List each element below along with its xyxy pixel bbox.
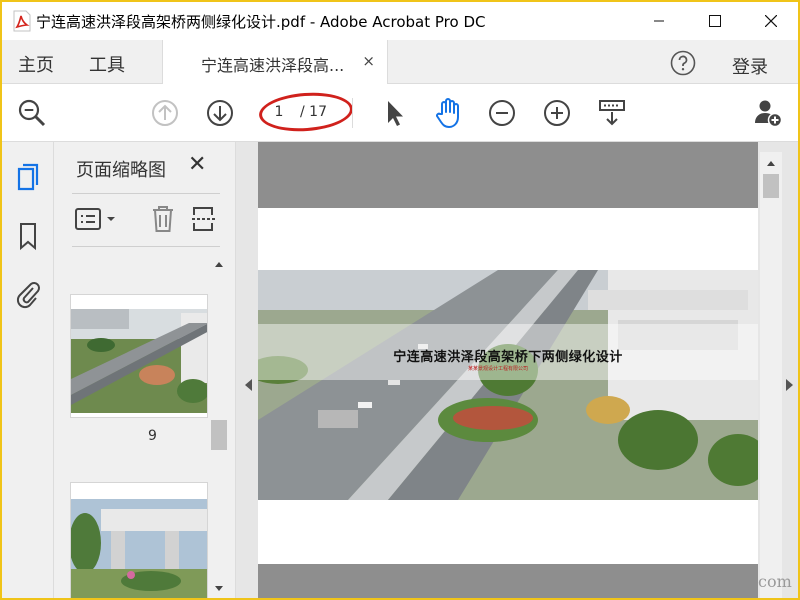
trash-icon <box>153 206 173 232</box>
fit-page-button[interactable] <box>596 97 628 129</box>
total-pages: / 17 <box>300 104 327 120</box>
zoom-in-icon <box>544 100 570 126</box>
insert-page-icon <box>192 207 215 231</box>
login-link[interactable]: 登录 <box>732 53 768 79</box>
document-view[interactable]: 宁连高速洪泽段高架桥下两侧绿化设计 某某景观设计工程有限公司 <box>236 142 798 598</box>
minimize-icon <box>654 20 664 22</box>
zoom-in-button[interactable] <box>541 97 573 129</box>
zoom-out-icon <box>489 100 515 126</box>
page-up-icon <box>152 100 178 126</box>
attachment-icon <box>16 282 40 309</box>
thumbnail-options-button[interactable] <box>74 204 118 234</box>
page-thumbnail[interactable] <box>70 482 208 598</box>
tab-row: 主页 工具 宁连高速洪泽段高... × 登录 <box>2 40 798 84</box>
add-user-icon <box>755 100 783 128</box>
close-window-button[interactable] <box>748 2 794 40</box>
hand-tool-button[interactable] <box>432 97 464 129</box>
previous-page-button[interactable] <box>149 97 181 129</box>
cover-company: 某某景观设计工程有限公司 <box>468 366 529 372</box>
acrobat-window: 宁连高速洪泽段高架桥两侧绿化设计.pdf - Adobe Acrobat Pro… <box>0 0 800 600</box>
panel-divider <box>72 193 220 194</box>
document-tab-close-button[interactable]: × <box>362 52 375 70</box>
fit-page-icon <box>599 100 625 126</box>
acrobat-app-icon <box>13 10 31 32</box>
thumbnail-image <box>71 483 207 598</box>
panel-divider <box>72 246 220 247</box>
panel-title: 页面缩略图 <box>76 160 166 181</box>
bookmarks-button[interactable] <box>12 220 44 252</box>
watermark-text: com <box>758 572 792 591</box>
thumbnail-panel: 页面缩略图 ✕ 9 <box>54 142 236 598</box>
left-navigation-rail <box>2 142 54 598</box>
page-gap-bottom <box>258 564 758 598</box>
next-page-arrow-icon[interactable] <box>784 378 796 392</box>
thumbnail-scrollbar[interactable] <box>209 254 229 598</box>
cover-rendering: 宁连高速洪泽段高架桥下两侧绿化设计 某某景观设计工程有限公司 <box>258 270 758 500</box>
page-gap-top <box>258 142 758 208</box>
maximize-button[interactable] <box>692 2 738 40</box>
cover-image <box>258 270 758 500</box>
title-bar: 宁连高速洪泽段高架桥两侧绿化设计.pdf - Adobe Acrobat Pro… <box>2 2 798 40</box>
select-arrow-icon <box>388 101 403 126</box>
scrollbar-track <box>763 161 779 198</box>
toolbar-separator <box>352 98 353 128</box>
page-thumbnails-button[interactable] <box>12 162 44 194</box>
attachments-button[interactable] <box>12 278 44 310</box>
bookmark-icon <box>20 223 36 251</box>
insert-page-button[interactable] <box>190 204 216 234</box>
document-tab-label: 宁连高速洪泽段高... <box>201 56 345 75</box>
current-page-input[interactable]: 1 <box>264 100 294 124</box>
hand-tool-icon <box>436 98 459 128</box>
previous-page-arrow-icon[interactable] <box>242 378 254 392</box>
zoom-out-button[interactable] <box>486 97 518 129</box>
select-tool-button[interactable] <box>378 97 410 129</box>
document-page-1: 宁连高速洪泽段高架桥下两侧绿化设计 某某景观设计工程有限公司 <box>258 208 758 564</box>
window-title: 宁连高速洪泽段高架桥两侧绿化设计.pdf - Adobe Acrobat Pro… <box>36 13 486 31</box>
thumbnail-image <box>71 295 207 417</box>
document-tab[interactable]: 宁连高速洪泽段高... × <box>162 40 388 84</box>
nav-tools[interactable]: 工具 <box>89 51 125 77</box>
page-thumbnail-9[interactable] <box>70 294 208 418</box>
search-zoom-icon <box>18 99 46 127</box>
document-scrollbar[interactable] <box>760 152 782 598</box>
panel-close-button[interactable]: ✕ <box>188 152 206 177</box>
close-icon <box>765 15 777 27</box>
thumbnail-page-number: 9 <box>148 428 157 444</box>
options-list-icon <box>75 208 115 230</box>
help-circle-icon[interactable] <box>670 50 696 76</box>
scrollbar-track <box>211 262 227 591</box>
toolbar: 1 / 17 <box>2 84 798 142</box>
maximize-icon <box>709 15 721 27</box>
next-page-button[interactable] <box>204 97 236 129</box>
share-user-button[interactable] <box>752 97 784 129</box>
page-down-icon <box>207 100 233 126</box>
delete-page-button[interactable] <box>150 204 176 234</box>
find-button[interactable] <box>16 97 48 129</box>
minimize-button[interactable] <box>636 2 682 40</box>
nav-home[interactable]: 主页 <box>18 51 54 77</box>
pages-icon <box>17 163 39 191</box>
cover-title: 宁连高速洪泽段高架桥下两侧绿化设计 <box>393 350 623 365</box>
